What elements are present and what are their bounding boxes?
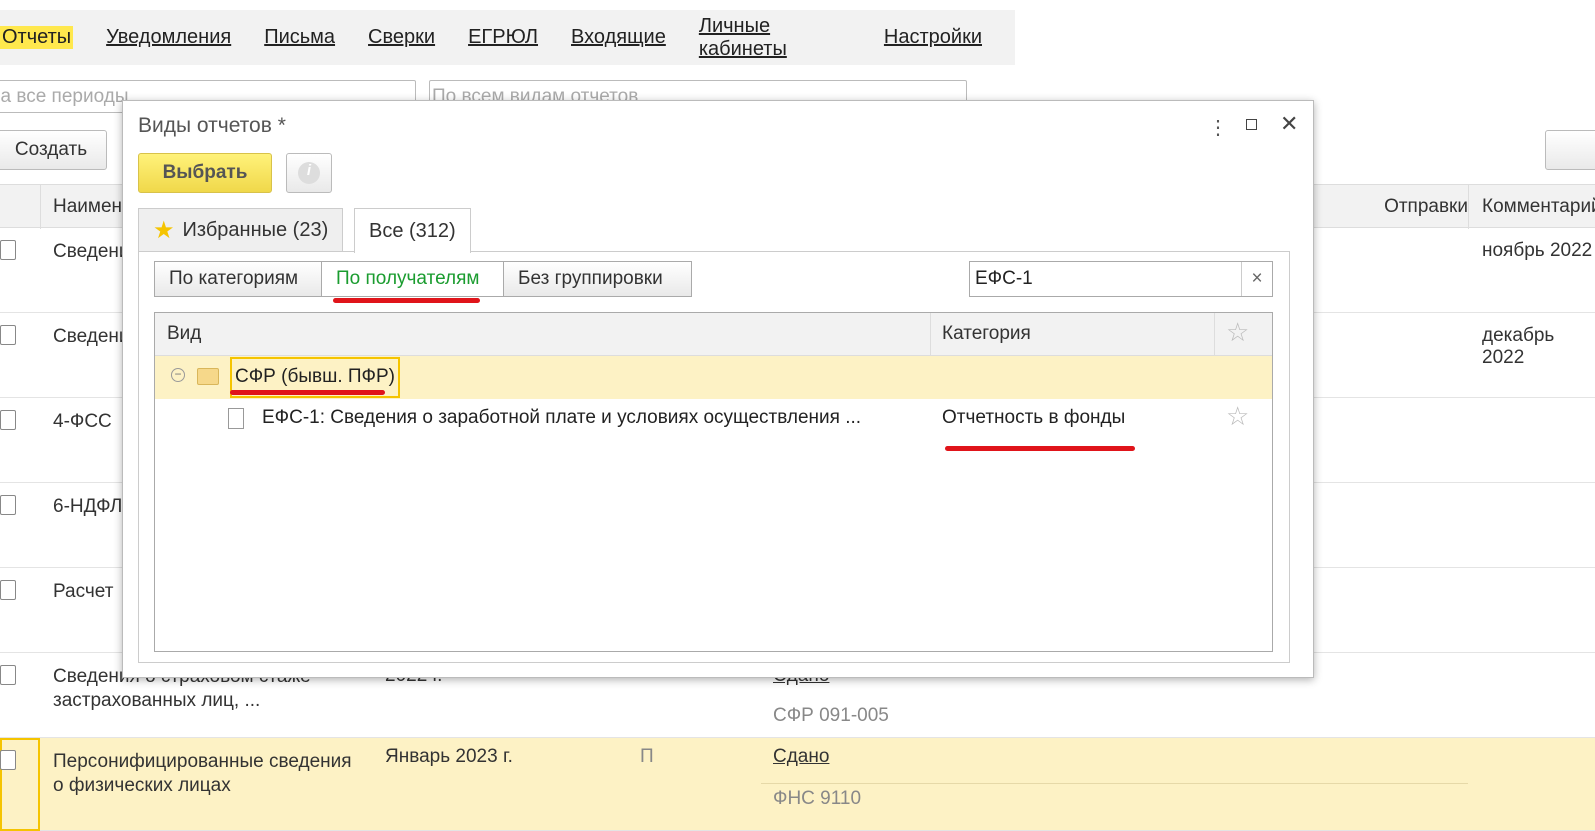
more-icon[interactable]: ⋮ (1208, 115, 1228, 140)
top-nav: Отчеты Уведомления Письма Сверки ЕГРЮЛ В… (0, 10, 1015, 65)
document-icon (0, 750, 16, 770)
document-icon (228, 408, 244, 429)
maximize-icon[interactable] (1246, 119, 1257, 130)
tab-favorites[interactable]: ★ Избранные (23) (138, 208, 344, 252)
create-button[interactable]: Создать (0, 130, 107, 170)
folder-icon (197, 368, 219, 385)
tree-item-row[interactable]: ЕФС-1: Сведения о заработной плате и усл… (155, 399, 1272, 451)
col-kind[interactable]: Вид (167, 323, 201, 345)
dialog-title: Виды отчетов * (138, 114, 286, 137)
search-box: ЕФС-1 × (969, 261, 1273, 297)
col-comment[interactable]: Комментарий (1482, 196, 1595, 218)
col-category[interactable]: Категория (942, 323, 1031, 345)
document-icon (0, 240, 16, 260)
nav-reconciliations[interactable]: Сверки (368, 26, 435, 49)
search-clear-button[interactable]: × (1241, 262, 1272, 296)
document-icon (0, 495, 16, 515)
info-icon: i (298, 162, 320, 184)
group-by-recipient[interactable]: По получателям (321, 261, 504, 297)
star-icon: ★ (153, 216, 175, 244)
tree-group-row[interactable]: − СФР (бывш. ПФР) (155, 356, 1272, 399)
close-icon[interactable]: ✕ (1280, 111, 1298, 137)
collapse-icon[interactable]: − (171, 368, 185, 382)
red-annotation (333, 298, 480, 303)
nav-egrul[interactable]: ЕГРЮЛ (468, 26, 538, 49)
nav-incoming[interactable]: Входящие (571, 26, 666, 49)
document-icon (0, 580, 16, 600)
document-icon (0, 325, 16, 345)
nav-settings[interactable]: Настройки (884, 26, 982, 49)
toolbar-button[interactable] (1545, 130, 1595, 170)
select-button[interactable]: Выбрать (138, 153, 272, 193)
item-category: Отчетность в фонды (942, 407, 1126, 428)
kinds-tree: Вид Категория ☆ − СФР (бывш. ПФР) ЕФС-1:… (154, 312, 1273, 652)
item-name: ЕФС-1: Сведения о заработной плате и усл… (262, 407, 862, 428)
info-button[interactable]: i (286, 153, 332, 193)
group-by-category[interactable]: По категориям (154, 261, 322, 297)
table-row-selected[interactable]: Персонифицированные сведения о физически… (0, 738, 1595, 831)
nav-notifications[interactable]: Уведомления (106, 26, 231, 49)
nav-reports[interactable]: Отчеты (0, 26, 74, 49)
nav-letters[interactable]: Письма (264, 26, 335, 49)
document-icon (0, 410, 16, 430)
nav-cabinets[interactable]: Личные кабинеты (699, 15, 851, 61)
star-outline-icon[interactable]: ☆ (1226, 317, 1249, 348)
col-delivery[interactable]: Отправки (1290, 196, 1468, 218)
report-kinds-dialog: Виды отчетов * ⋮ ✕ Выбрать i ★ Избранные … (122, 100, 1314, 678)
document-icon (0, 665, 16, 685)
no-grouping[interactable]: Без группировки (503, 261, 692, 297)
tab-all[interactable]: Все (312) (354, 208, 471, 253)
favorite-star-icon[interactable]: ☆ (1226, 401, 1249, 432)
search-input[interactable]: ЕФС-1 (970, 262, 1241, 296)
